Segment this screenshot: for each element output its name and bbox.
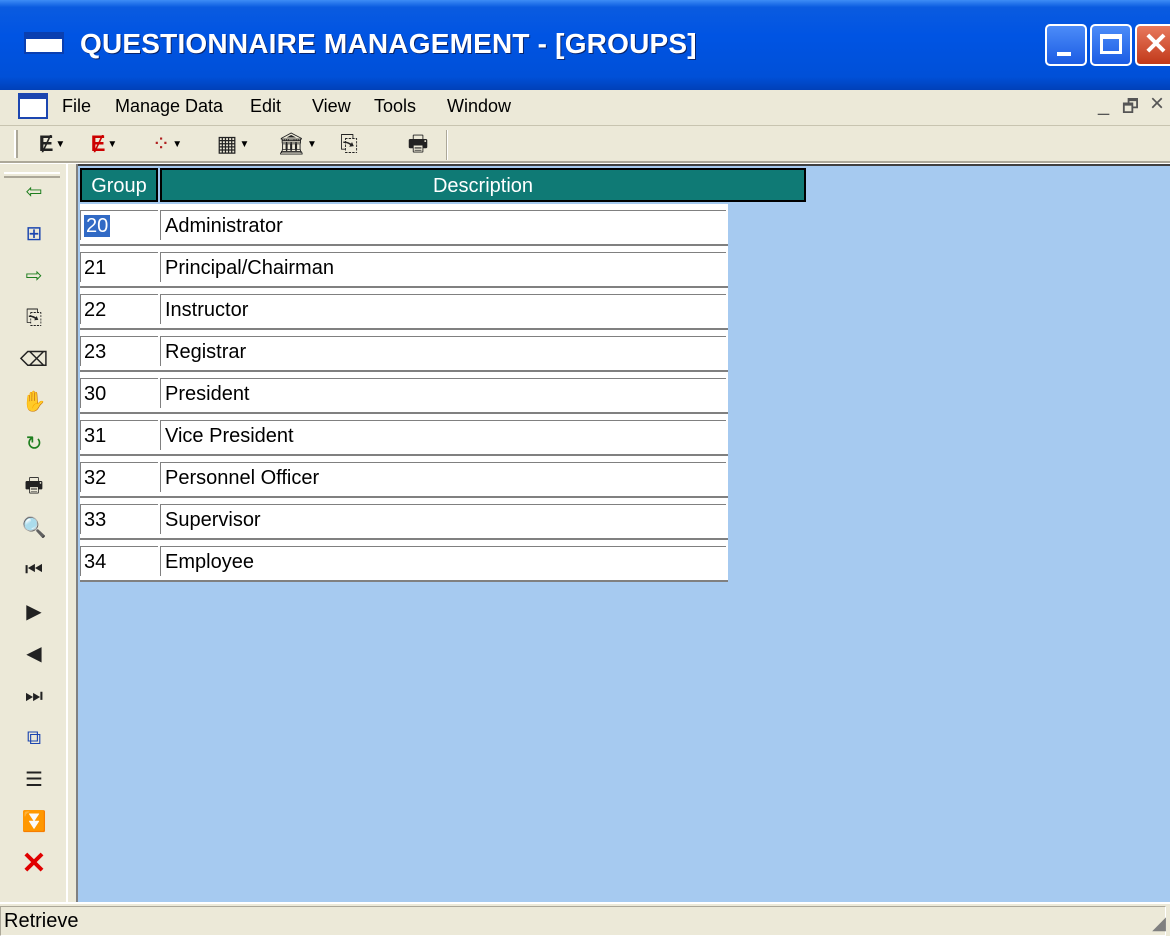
menu-file[interactable]: File	[62, 96, 91, 117]
toolbar-separator	[446, 130, 448, 160]
filter-icon[interactable]: ⏬	[16, 804, 52, 840]
mdi-close-button[interactable]: ×	[1150, 90, 1164, 118]
table-row[interactable]: 34 Employee	[80, 540, 728, 582]
group-cell[interactable]: 32	[80, 462, 158, 492]
print-icon[interactable]: 🖶	[16, 468, 52, 504]
description-cell[interactable]: President	[160, 378, 726, 408]
description-cell[interactable]: Registrar	[160, 336, 726, 366]
toolbar: Ɇ ▼ Ɇ ▼ ⁘ ▼ ▦ ▼ 🏛 ▼ ⎘ 🖶	[0, 126, 1170, 162]
group-value: 20	[84, 215, 111, 237]
erase-icon[interactable]: ⌫	[16, 342, 52, 378]
table-row[interactable]: 33 Supervisor	[80, 498, 728, 540]
refresh-icon[interactable]: ↻	[16, 426, 52, 462]
toolbar-grip[interactable]	[14, 130, 18, 158]
description-cell[interactable]: Vice President	[160, 420, 726, 450]
table-row[interactable]: 31 Vice President	[80, 414, 728, 456]
close-icon[interactable]: ✕	[16, 846, 52, 882]
menu-bar: File Manage Data Edit View Tools Window …	[0, 90, 1170, 126]
description-cell[interactable]: Principal/Chairman	[160, 252, 726, 282]
column-header-description[interactable]: Description	[160, 168, 806, 202]
description-cell[interactable]: Instructor	[160, 294, 726, 324]
copy-icon[interactable]: ⎘	[16, 300, 52, 336]
query-E-icon[interactable]: Ɇ ▼	[82, 128, 126, 160]
print-icon[interactable]: 🖶	[402, 128, 434, 160]
mdi-restore-button[interactable]: 🗗	[1122, 94, 1139, 124]
menu-view[interactable]: View	[312, 96, 351, 117]
hands-icon[interactable]: ✋	[16, 384, 52, 420]
group-cell[interactable]: 20	[80, 210, 158, 240]
description-cell[interactable]: Administrator	[160, 210, 726, 240]
splitter[interactable]	[66, 164, 78, 902]
group-cell[interactable]: 30	[80, 378, 158, 408]
sort-icon[interactable]: ☰	[16, 762, 52, 798]
mdi-minimize-button[interactable]: _	[1098, 94, 1109, 117]
close-button[interactable]: ✕	[1135, 24, 1170, 66]
group-cell[interactable]: 31	[80, 420, 158, 450]
minimize-button[interactable]	[1045, 24, 1087, 66]
preview-icon[interactable]: 🔍	[16, 510, 52, 546]
building-icon[interactable]: 🏛 ▼	[270, 128, 324, 160]
table-row[interactable]: 21 Principal/Chairman	[80, 246, 728, 288]
app-icon[interactable]	[24, 32, 64, 54]
description-cell[interactable]: Personnel Officer	[160, 462, 726, 492]
save-icon[interactable]: ⇨	[16, 258, 52, 294]
group-cell[interactable]: 23	[80, 336, 158, 366]
table-row[interactable]: 23 Registrar	[80, 330, 728, 372]
last-record-icon[interactable]: ⏭	[16, 678, 52, 714]
side-toolbar: ⇦ ⊞ ⇨ ⎘ ⌫ ✋ ↻ 🖶 🔍 ⏮ ▶ ◀ ⏭ ⧉ ☰ ⏬ ✕	[0, 164, 66, 902]
next-record-icon[interactable]: ▶	[16, 594, 52, 630]
retrieve-icon[interactable]: ⇦	[16, 174, 52, 210]
prior-record-icon[interactable]: ◀	[16, 636, 52, 672]
menu-window[interactable]: Window	[447, 96, 511, 117]
description-cell[interactable]: Supervisor	[160, 504, 726, 534]
maximize-button[interactable]	[1090, 24, 1132, 66]
cascade-icon[interactable]: ⧉	[16, 720, 52, 756]
resize-grip[interactable]: ◢	[1152, 913, 1166, 934]
status-panel	[0, 906, 1166, 936]
group-cell[interactable]: 21	[80, 252, 158, 282]
group-cell[interactable]: 34	[80, 546, 158, 576]
document-icon[interactable]	[18, 93, 48, 119]
grid-icon[interactable]: ▦ ▼	[206, 128, 260, 160]
insert-row-icon[interactable]: ⊞	[16, 216, 52, 252]
window-title: QUESTIONNAIRE MANAGEMENT - [GROUPS]	[80, 28, 697, 59]
table-row[interactable]: 20 Administrator	[80, 204, 728, 246]
description-cell[interactable]: Employee	[160, 546, 726, 576]
group-cell[interactable]: 33	[80, 504, 158, 534]
status-bar: Retrieve ◢	[0, 902, 1170, 936]
title-bar[interactable]: QUESTIONNAIRE MANAGEMENT - [GROUPS] ✕	[0, 0, 1170, 90]
menu-tools[interactable]: Tools	[374, 96, 416, 117]
menu-edit[interactable]: Edit	[250, 96, 281, 117]
table-row[interactable]: 22 Instructor	[80, 288, 728, 330]
status-text: Retrieve	[4, 910, 79, 932]
column-header-group[interactable]: Group	[80, 168, 158, 202]
edit-E-icon[interactable]: Ɇ ▼	[30, 128, 74, 160]
first-record-icon[interactable]: ⏮	[16, 552, 52, 588]
table-row[interactable]: 30 President	[80, 372, 728, 414]
groups-icon[interactable]: ⁘ ▼	[140, 128, 194, 160]
menu-manage-data[interactable]: Manage Data	[115, 96, 223, 117]
group-cell[interactable]: 22	[80, 294, 158, 324]
table-row[interactable]: 32 Personnel Officer	[80, 456, 728, 498]
exit-door-icon[interactable]: ⎘	[334, 128, 364, 160]
